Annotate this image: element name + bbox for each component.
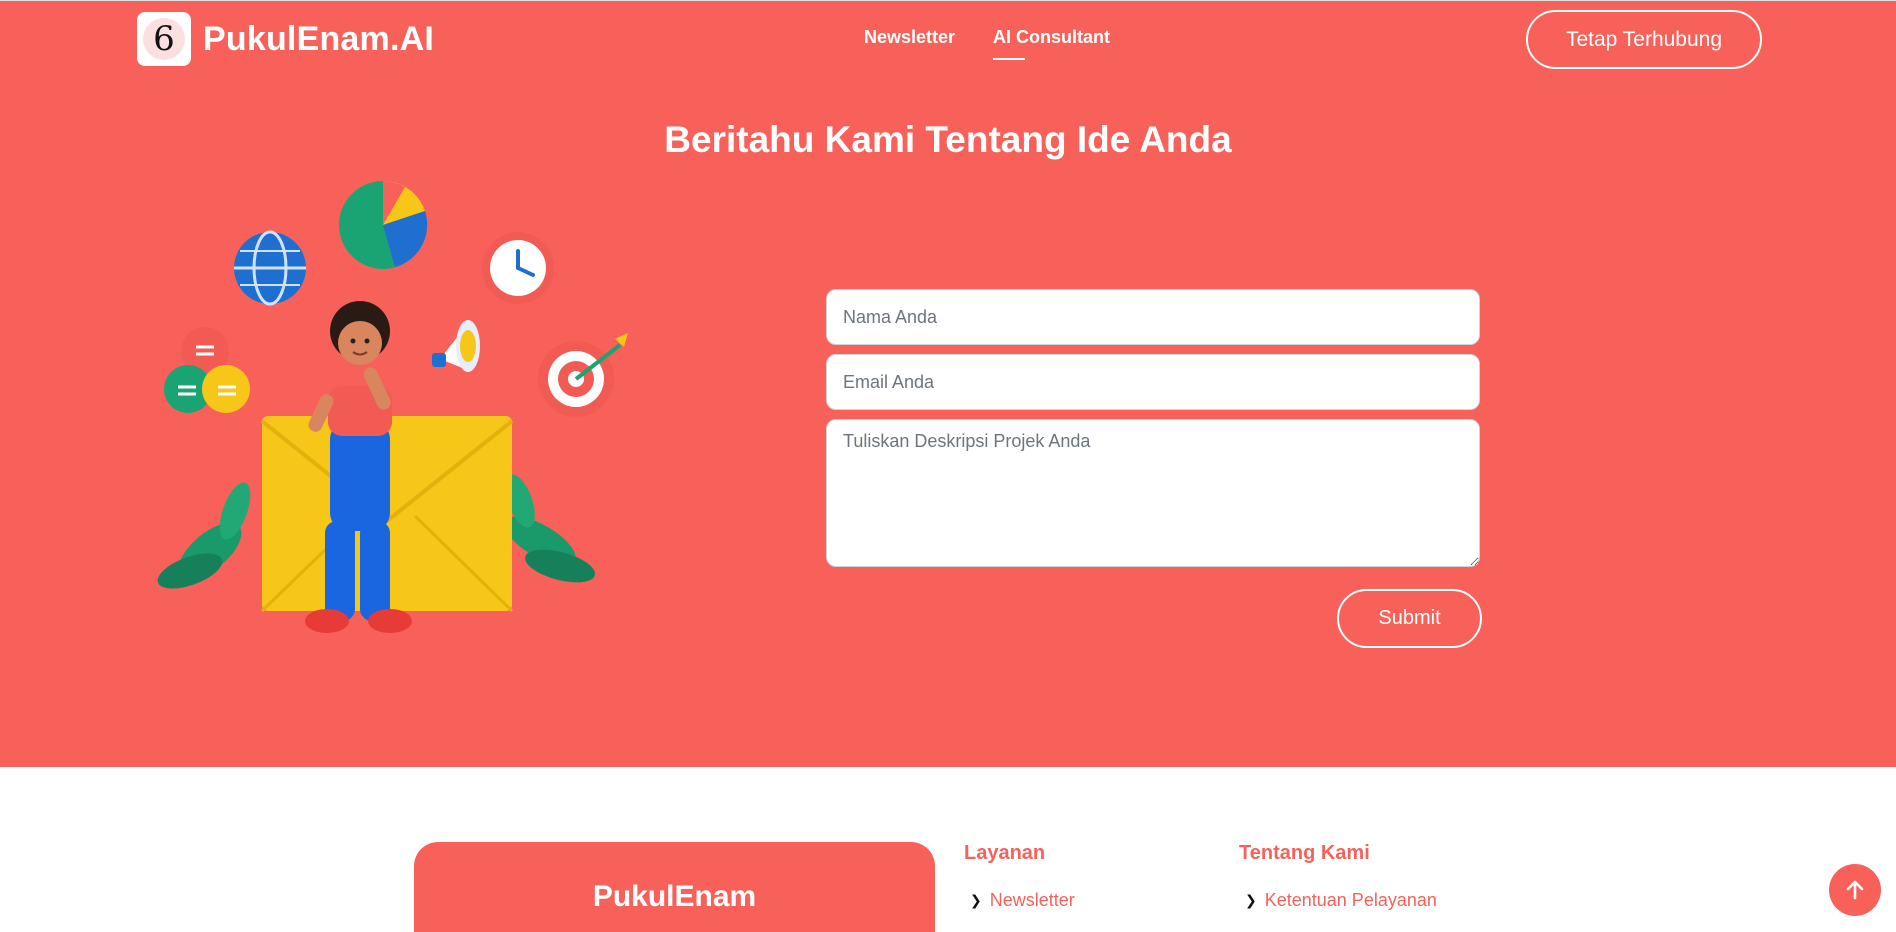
megaphone-icon (432, 320, 480, 372)
footer-brand-name: PukulEnam (592, 880, 757, 913)
stay-connected-button[interactable]: Tetap Terhubung (1526, 10, 1762, 69)
nav-newsletter[interactable]: Newsletter (864, 27, 955, 54)
brand-name: PukulEnam.AI (203, 19, 435, 58)
footer-col-title-tentang-kami: Tentang Kami (1239, 842, 1370, 864)
page-title: Beritahu Kami Tentang Ide Anda (664, 119, 1232, 160)
logo-glyph: 6 (143, 18, 185, 60)
name-input[interactable] (826, 289, 1480, 345)
target-icon (538, 333, 628, 417)
footer-link-terms[interactable]: ❯ Ketentuan Pelayanan (1245, 890, 1437, 911)
globe-icon (234, 230, 306, 306)
main-nav: Newsletter AI Consultant (864, 27, 1110, 60)
project-description-textarea[interactable] (826, 419, 1480, 567)
arrow-up-icon (1846, 880, 1864, 900)
pie-chart-icon (339, 180, 428, 269)
marketing-illustration (157, 180, 628, 633)
footer-brand-card: PukulEnam (414, 842, 935, 932)
logo-icon: 6 (137, 12, 191, 66)
email-input[interactable] (826, 354, 1480, 410)
project-idea-form (826, 289, 1480, 567)
scroll-to-top-button[interactable] (1829, 864, 1881, 916)
chat-bubbles-icon (164, 327, 250, 413)
chevron-right-icon: ❯ (970, 892, 982, 908)
footer-link-label: Newsletter (989, 890, 1075, 910)
footer-link-newsletter[interactable]: ❯ Newsletter (970, 890, 1075, 911)
chevron-right-icon: ❯ (1245, 892, 1257, 908)
clock-icon (482, 232, 554, 304)
footer-col-title-layanan: Layanan (964, 842, 1046, 864)
brand-logo[interactable]: 6 PukulEnam.AI (137, 12, 434, 66)
plant-right-icon (504, 474, 595, 583)
footer-link-label: Ketentuan Pelayanan (1264, 890, 1437, 910)
plant-left-icon (157, 482, 251, 589)
nav-ai-consultant[interactable]: AI Consultant (993, 27, 1110, 60)
submit-button[interactable]: Submit (1337, 589, 1482, 648)
hero-section: 6 PukulEnam.AI Newsletter AI Consultant … (0, 0, 1896, 767)
